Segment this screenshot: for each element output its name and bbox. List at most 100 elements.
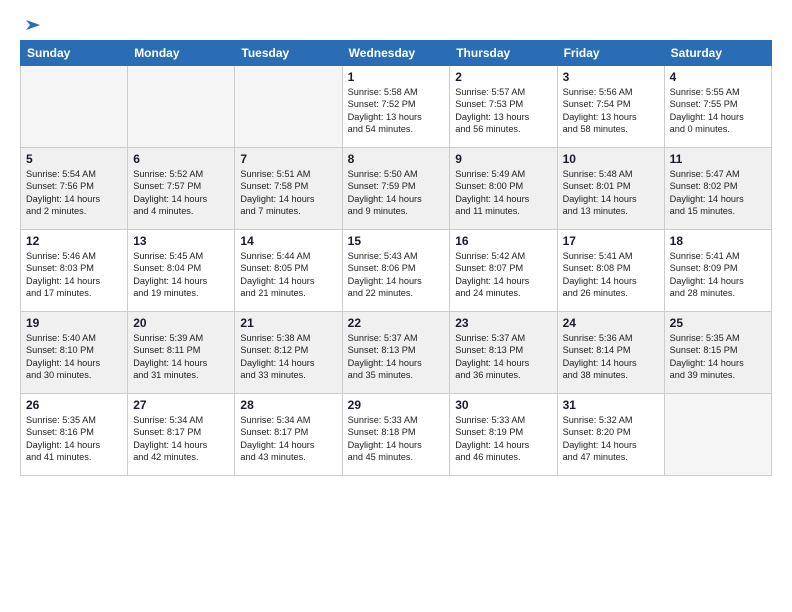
calendar-cell: 29 Sunrise: 5:33 AM Sunset: 8:18 PM Dayli… xyxy=(342,394,450,476)
day-number: 27 xyxy=(133,398,229,412)
day-number: 14 xyxy=(240,234,336,248)
calendar-cell: 18Sunrise: 5:41 AM Sunset: 8:09 PM Dayli… xyxy=(664,230,771,312)
calendar-cell: 8Sunrise: 5:50 AM Sunset: 7:59 PM Daylig… xyxy=(342,148,450,230)
calendar-cell: 25Sunrise: 5:35 AM Sunset: 8:15 PM Dayli… xyxy=(664,312,771,394)
day-number: 21 xyxy=(240,316,336,330)
day-number: 1 xyxy=(348,70,445,84)
day-number: 16 xyxy=(455,234,551,248)
day-number: 29 xyxy=(348,398,445,412)
day-info: Sunrise: 5:32 AM Sunset: 8:20 PM Dayligh… xyxy=(563,414,659,464)
calendar-cell: 11Sunrise: 5:47 AM Sunset: 8:02 PM Dayli… xyxy=(664,148,771,230)
calendar-cell: 13Sunrise: 5:45 AM Sunset: 8:04 PM Dayli… xyxy=(128,230,235,312)
calendar-cell: 19Sunrise: 5:40 AM Sunset: 8:10 PM Dayli… xyxy=(21,312,128,394)
logo-bird-icon xyxy=(22,16,42,34)
day-number: 24 xyxy=(563,316,659,330)
day-number: 9 xyxy=(455,152,551,166)
calendar-cell: 2 Sunrise: 5:57 AM Sunset: 7:53 PM Daylig… xyxy=(450,66,557,148)
calendar-cell: 20Sunrise: 5:39 AM Sunset: 8:11 PM Dayli… xyxy=(128,312,235,394)
day-info: Sunrise: 5:33 AM Sunset: 8:18 PM Dayligh… xyxy=(348,414,445,464)
calendar-cell: 4 Sunrise: 5:55 AM Sunset: 7:55 PM Daylig… xyxy=(664,66,771,148)
calendar-cell: 1 Sunrise: 5:58 AM Sunset: 7:52 PM Daylig… xyxy=(342,66,450,148)
calendar-cell: 26 Sunrise: 5:35 AM Sunset: 8:16 PM Dayli… xyxy=(21,394,128,476)
calendar-cell: 6 Sunrise: 5:52 AM Sunset: 7:57 PM Daylig… xyxy=(128,148,235,230)
calendar-cell: 15 Sunrise: 5:43 AM Sunset: 8:06 PM Dayli… xyxy=(342,230,450,312)
calendar-cell xyxy=(128,66,235,148)
day-number: 18 xyxy=(670,234,766,248)
calendar-row-5: 26 Sunrise: 5:35 AM Sunset: 8:16 PM Dayli… xyxy=(21,394,772,476)
day-info: Sunrise: 5:58 AM Sunset: 7:52 PM Dayligh… xyxy=(348,86,445,136)
calendar-cell: 24 Sunrise: 5:36 AM Sunset: 8:14 PM Dayli… xyxy=(557,312,664,394)
weekday-header-wednesday: Wednesday xyxy=(342,41,450,66)
calendar-cell: 16 Sunrise: 5:42 AM Sunset: 8:07 PM Dayli… xyxy=(450,230,557,312)
day-info: Sunrise: 5:57 AM Sunset: 7:53 PM Dayligh… xyxy=(455,86,551,136)
day-info: Sunrise: 5:48 AM Sunset: 8:01 PM Dayligh… xyxy=(563,168,659,218)
day-info: Sunrise: 5:34 AM Sunset: 8:17 PM Dayligh… xyxy=(133,414,229,464)
day-info: Sunrise: 5:46 AM Sunset: 8:03 PM Dayligh… xyxy=(26,250,122,300)
calendar-cell: 28 Sunrise: 5:34 AM Sunset: 8:17 PM Dayli… xyxy=(235,394,342,476)
day-number: 10 xyxy=(563,152,659,166)
day-number: 25 xyxy=(670,316,766,330)
day-info: Sunrise: 5:36 AM Sunset: 8:14 PM Dayligh… xyxy=(563,332,659,382)
day-info: Sunrise: 5:43 AM Sunset: 8:06 PM Dayligh… xyxy=(348,250,445,300)
day-number: 23 xyxy=(455,316,551,330)
calendar-cell xyxy=(21,66,128,148)
weekday-header-monday: Monday xyxy=(128,41,235,66)
day-info: Sunrise: 5:55 AM Sunset: 7:55 PM Dayligh… xyxy=(670,86,766,136)
day-number: 5 xyxy=(26,152,122,166)
calendar-cell: 12 Sunrise: 5:46 AM Sunset: 8:03 PM Dayli… xyxy=(21,230,128,312)
day-info: Sunrise: 5:54 AM Sunset: 7:56 PM Dayligh… xyxy=(26,168,122,218)
weekday-header-sunday: Sunday xyxy=(21,41,128,66)
calendar-row-2: 5 Sunrise: 5:54 AM Sunset: 7:56 PM Daylig… xyxy=(21,148,772,230)
day-info: Sunrise: 5:42 AM Sunset: 8:07 PM Dayligh… xyxy=(455,250,551,300)
calendar-cell: 3Sunrise: 5:56 AM Sunset: 7:54 PM Daylig… xyxy=(557,66,664,148)
calendar-cell: 21 Sunrise: 5:38 AM Sunset: 8:12 PM Dayli… xyxy=(235,312,342,394)
calendar-cell: 14 Sunrise: 5:44 AM Sunset: 8:05 PM Dayli… xyxy=(235,230,342,312)
day-info: Sunrise: 5:37 AM Sunset: 8:13 PM Dayligh… xyxy=(348,332,445,382)
day-number: 6 xyxy=(133,152,229,166)
calendar-cell: 27 Sunrise: 5:34 AM Sunset: 8:17 PM Dayli… xyxy=(128,394,235,476)
day-info: Sunrise: 5:38 AM Sunset: 8:12 PM Dayligh… xyxy=(240,332,336,382)
day-number: 28 xyxy=(240,398,336,412)
calendar-cell: 5 Sunrise: 5:54 AM Sunset: 7:56 PM Daylig… xyxy=(21,148,128,230)
day-info: Sunrise: 5:35 AM Sunset: 8:16 PM Dayligh… xyxy=(26,414,122,464)
calendar-cell: 7Sunrise: 5:51 AM Sunset: 7:58 PM Daylig… xyxy=(235,148,342,230)
day-info: Sunrise: 5:40 AM Sunset: 8:10 PM Dayligh… xyxy=(26,332,122,382)
day-info: Sunrise: 5:41 AM Sunset: 8:08 PM Dayligh… xyxy=(563,250,659,300)
day-number: 22 xyxy=(348,316,445,330)
calendar-cell: 10 Sunrise: 5:48 AM Sunset: 8:01 PM Dayli… xyxy=(557,148,664,230)
day-info: Sunrise: 5:33 AM Sunset: 8:19 PM Dayligh… xyxy=(455,414,551,464)
day-info: Sunrise: 5:49 AM Sunset: 8:00 PM Dayligh… xyxy=(455,168,551,218)
day-info: Sunrise: 5:37 AM Sunset: 8:13 PM Dayligh… xyxy=(455,332,551,382)
day-number: 4 xyxy=(670,70,766,84)
calendar-cell: 31 Sunrise: 5:32 AM Sunset: 8:20 PM Dayli… xyxy=(557,394,664,476)
weekday-header-tuesday: Tuesday xyxy=(235,41,342,66)
day-info: Sunrise: 5:34 AM Sunset: 8:17 PM Dayligh… xyxy=(240,414,336,464)
day-info: Sunrise: 5:44 AM Sunset: 8:05 PM Dayligh… xyxy=(240,250,336,300)
page: SundayMondayTuesdayWednesdayThursdayFrid… xyxy=(0,0,792,486)
weekday-header-thursday: Thursday xyxy=(450,41,557,66)
day-number: 31 xyxy=(563,398,659,412)
weekday-header-saturday: Saturday xyxy=(664,41,771,66)
weekday-header-row: SundayMondayTuesdayWednesdayThursdayFrid… xyxy=(21,41,772,66)
day-info: Sunrise: 5:45 AM Sunset: 8:04 PM Dayligh… xyxy=(133,250,229,300)
calendar-cell: 30 Sunrise: 5:33 AM Sunset: 8:19 PM Dayli… xyxy=(450,394,557,476)
calendar-cell xyxy=(664,394,771,476)
calendar-cell: 17Sunrise: 5:41 AM Sunset: 8:08 PM Dayli… xyxy=(557,230,664,312)
calendar-cell: 9 Sunrise: 5:49 AM Sunset: 8:00 PM Daylig… xyxy=(450,148,557,230)
calendar-row-3: 12 Sunrise: 5:46 AM Sunset: 8:03 PM Dayli… xyxy=(21,230,772,312)
day-info: Sunrise: 5:39 AM Sunset: 8:11 PM Dayligh… xyxy=(133,332,229,382)
day-number: 30 xyxy=(455,398,551,412)
day-number: 8 xyxy=(348,152,445,166)
day-number: 12 xyxy=(26,234,122,248)
day-number: 2 xyxy=(455,70,551,84)
calendar-row-4: 19Sunrise: 5:40 AM Sunset: 8:10 PM Dayli… xyxy=(21,312,772,394)
calendar-cell xyxy=(235,66,342,148)
calendar-row-1: 1 Sunrise: 5:58 AM Sunset: 7:52 PM Daylig… xyxy=(21,66,772,148)
logo xyxy=(20,16,42,30)
day-number: 26 xyxy=(26,398,122,412)
day-info: Sunrise: 5:47 AM Sunset: 8:02 PM Dayligh… xyxy=(670,168,766,218)
day-info: Sunrise: 5:56 AM Sunset: 7:54 PM Dayligh… xyxy=(563,86,659,136)
day-info: Sunrise: 5:52 AM Sunset: 7:57 PM Dayligh… xyxy=(133,168,229,218)
day-number: 15 xyxy=(348,234,445,248)
day-info: Sunrise: 5:51 AM Sunset: 7:58 PM Dayligh… xyxy=(240,168,336,218)
